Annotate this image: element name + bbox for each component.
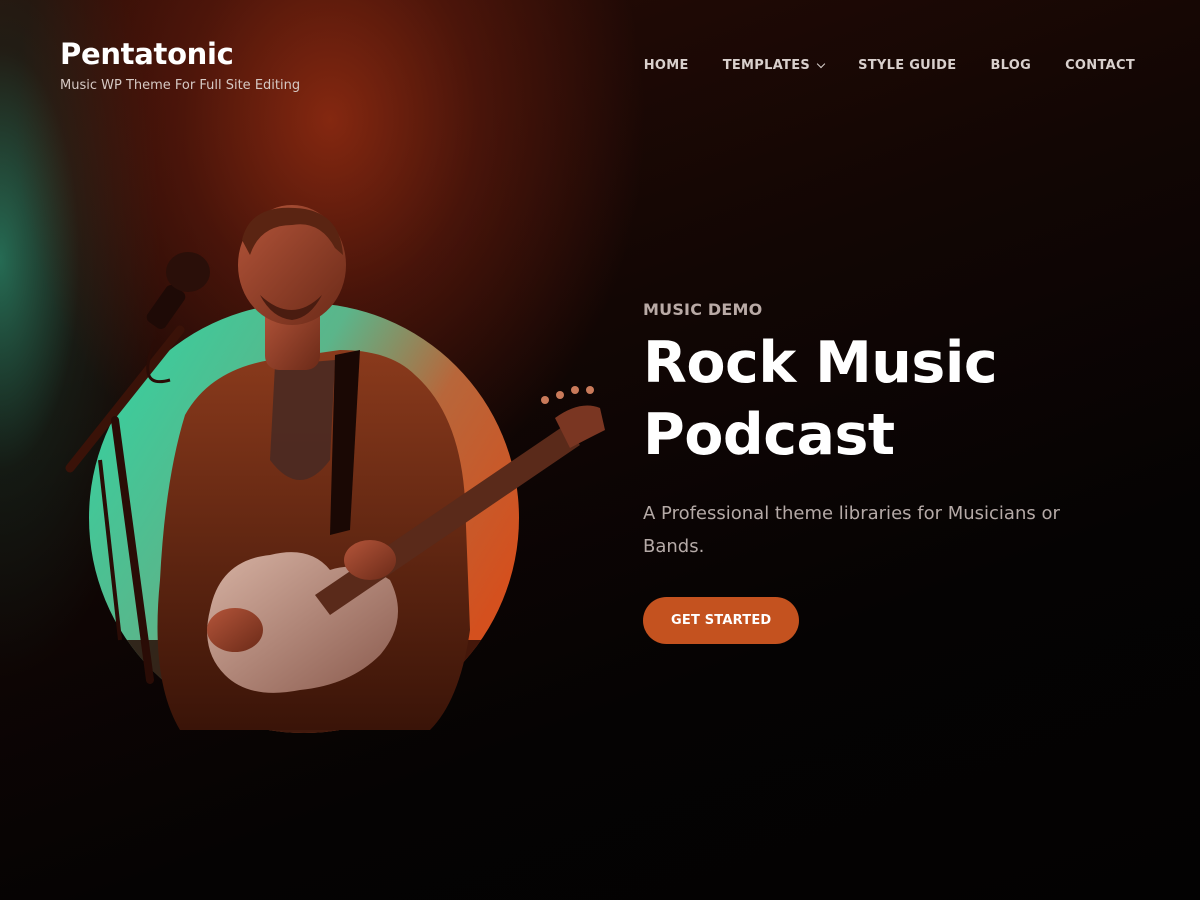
nav-item-templates[interactable]: TEMPLATES [722, 58, 826, 73]
microphone-icon [146, 252, 210, 329]
hero-content: MUSIC DEMO Rock Music Podcast A Professi… [643, 300, 1123, 644]
hero-title: Rock Music Podcast [643, 327, 1123, 471]
nav-item-label: TEMPLATES [722, 58, 811, 73]
guitarist-illustration [65, 205, 605, 733]
site-tagline: Music WP Theme For Full Site Editing [60, 78, 301, 93]
main-navigation: HOME TEMPLATES STYLE GUIDE BLOG CONTACT [644, 58, 1135, 73]
hero-description: A Professional theme libraries for Music… [643, 503, 1060, 557]
nav-item-blog[interactable]: BLOG [990, 58, 1031, 73]
nav-item-contact[interactable]: CONTACT [1065, 58, 1135, 73]
get-started-button[interactable]: GET STARTED [643, 597, 800, 644]
nav-item-label: STYLE GUIDE [858, 58, 957, 73]
site-title[interactable]: Pentatonic [60, 34, 300, 74]
nav-item-home[interactable]: HOME [644, 58, 689, 73]
hero-eyebrow: MUSIC DEMO [643, 300, 763, 319]
hero-title-line-1: Rock Music [643, 330, 998, 396]
hero-title-line-2: Podcast [643, 402, 895, 468]
hero-image [60, 200, 620, 740]
site-branding: Pentatonic Music WP Theme For Full Site … [60, 34, 300, 93]
chevron-down-icon[interactable] [816, 59, 826, 69]
page: Pentatonic Music WP Theme For Full Site … [0, 0, 1200, 900]
nav-item-label: CONTACT [1065, 58, 1135, 73]
nav-item-style-guide[interactable]: STYLE GUIDE [858, 58, 956, 73]
nav-item-label: HOME [643, 58, 689, 73]
nav-item-label: BLOG [990, 58, 1032, 73]
